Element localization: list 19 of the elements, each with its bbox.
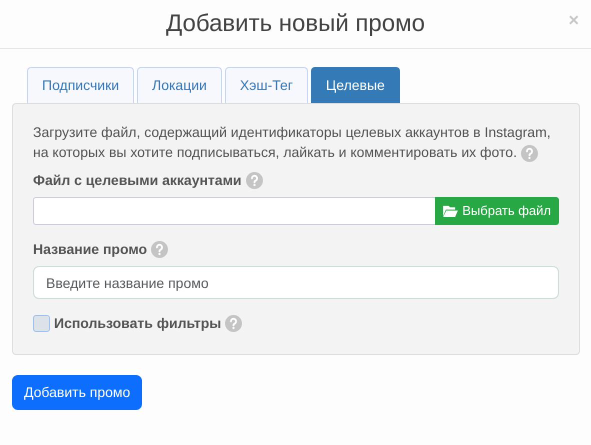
help-icon[interactable]	[151, 241, 168, 258]
checkbox-label: Использовать фильтры	[54, 314, 222, 333]
field-label: Название промо	[33, 240, 148, 259]
add-promo-button[interactable]: Добавить промо	[12, 375, 142, 410]
description-text: Загрузите файл, содержащий идентификаторы целевых аккаунтов в Instagram, на которых вы хотите подписываться, лайкать и комментировать их фото.	[33, 123, 552, 162]
folder-icon	[443, 205, 458, 217]
tab[interactable]: Хэш-Тег	[224, 67, 308, 103]
help-icon[interactable]	[520, 144, 538, 162]
field-label: Файл с целевыми аккаунтами	[33, 171, 242, 190]
checkbox[interactable]	[33, 315, 50, 332]
choose-file-button[interactable]: Выбрать файл	[435, 197, 559, 225]
tab[interactable]: Локации	[137, 67, 222, 103]
dialog-title: Добавить новый промо	[166, 10, 425, 38]
tab[interactable]: Целевые	[310, 67, 400, 103]
file-field[interactable]	[33, 197, 436, 225]
promo-name-field[interactable]: Введите название промо	[33, 266, 559, 299]
tab[interactable]: Подписчики	[27, 67, 134, 103]
help-icon[interactable]	[246, 172, 263, 189]
help-icon[interactable]	[225, 315, 242, 332]
